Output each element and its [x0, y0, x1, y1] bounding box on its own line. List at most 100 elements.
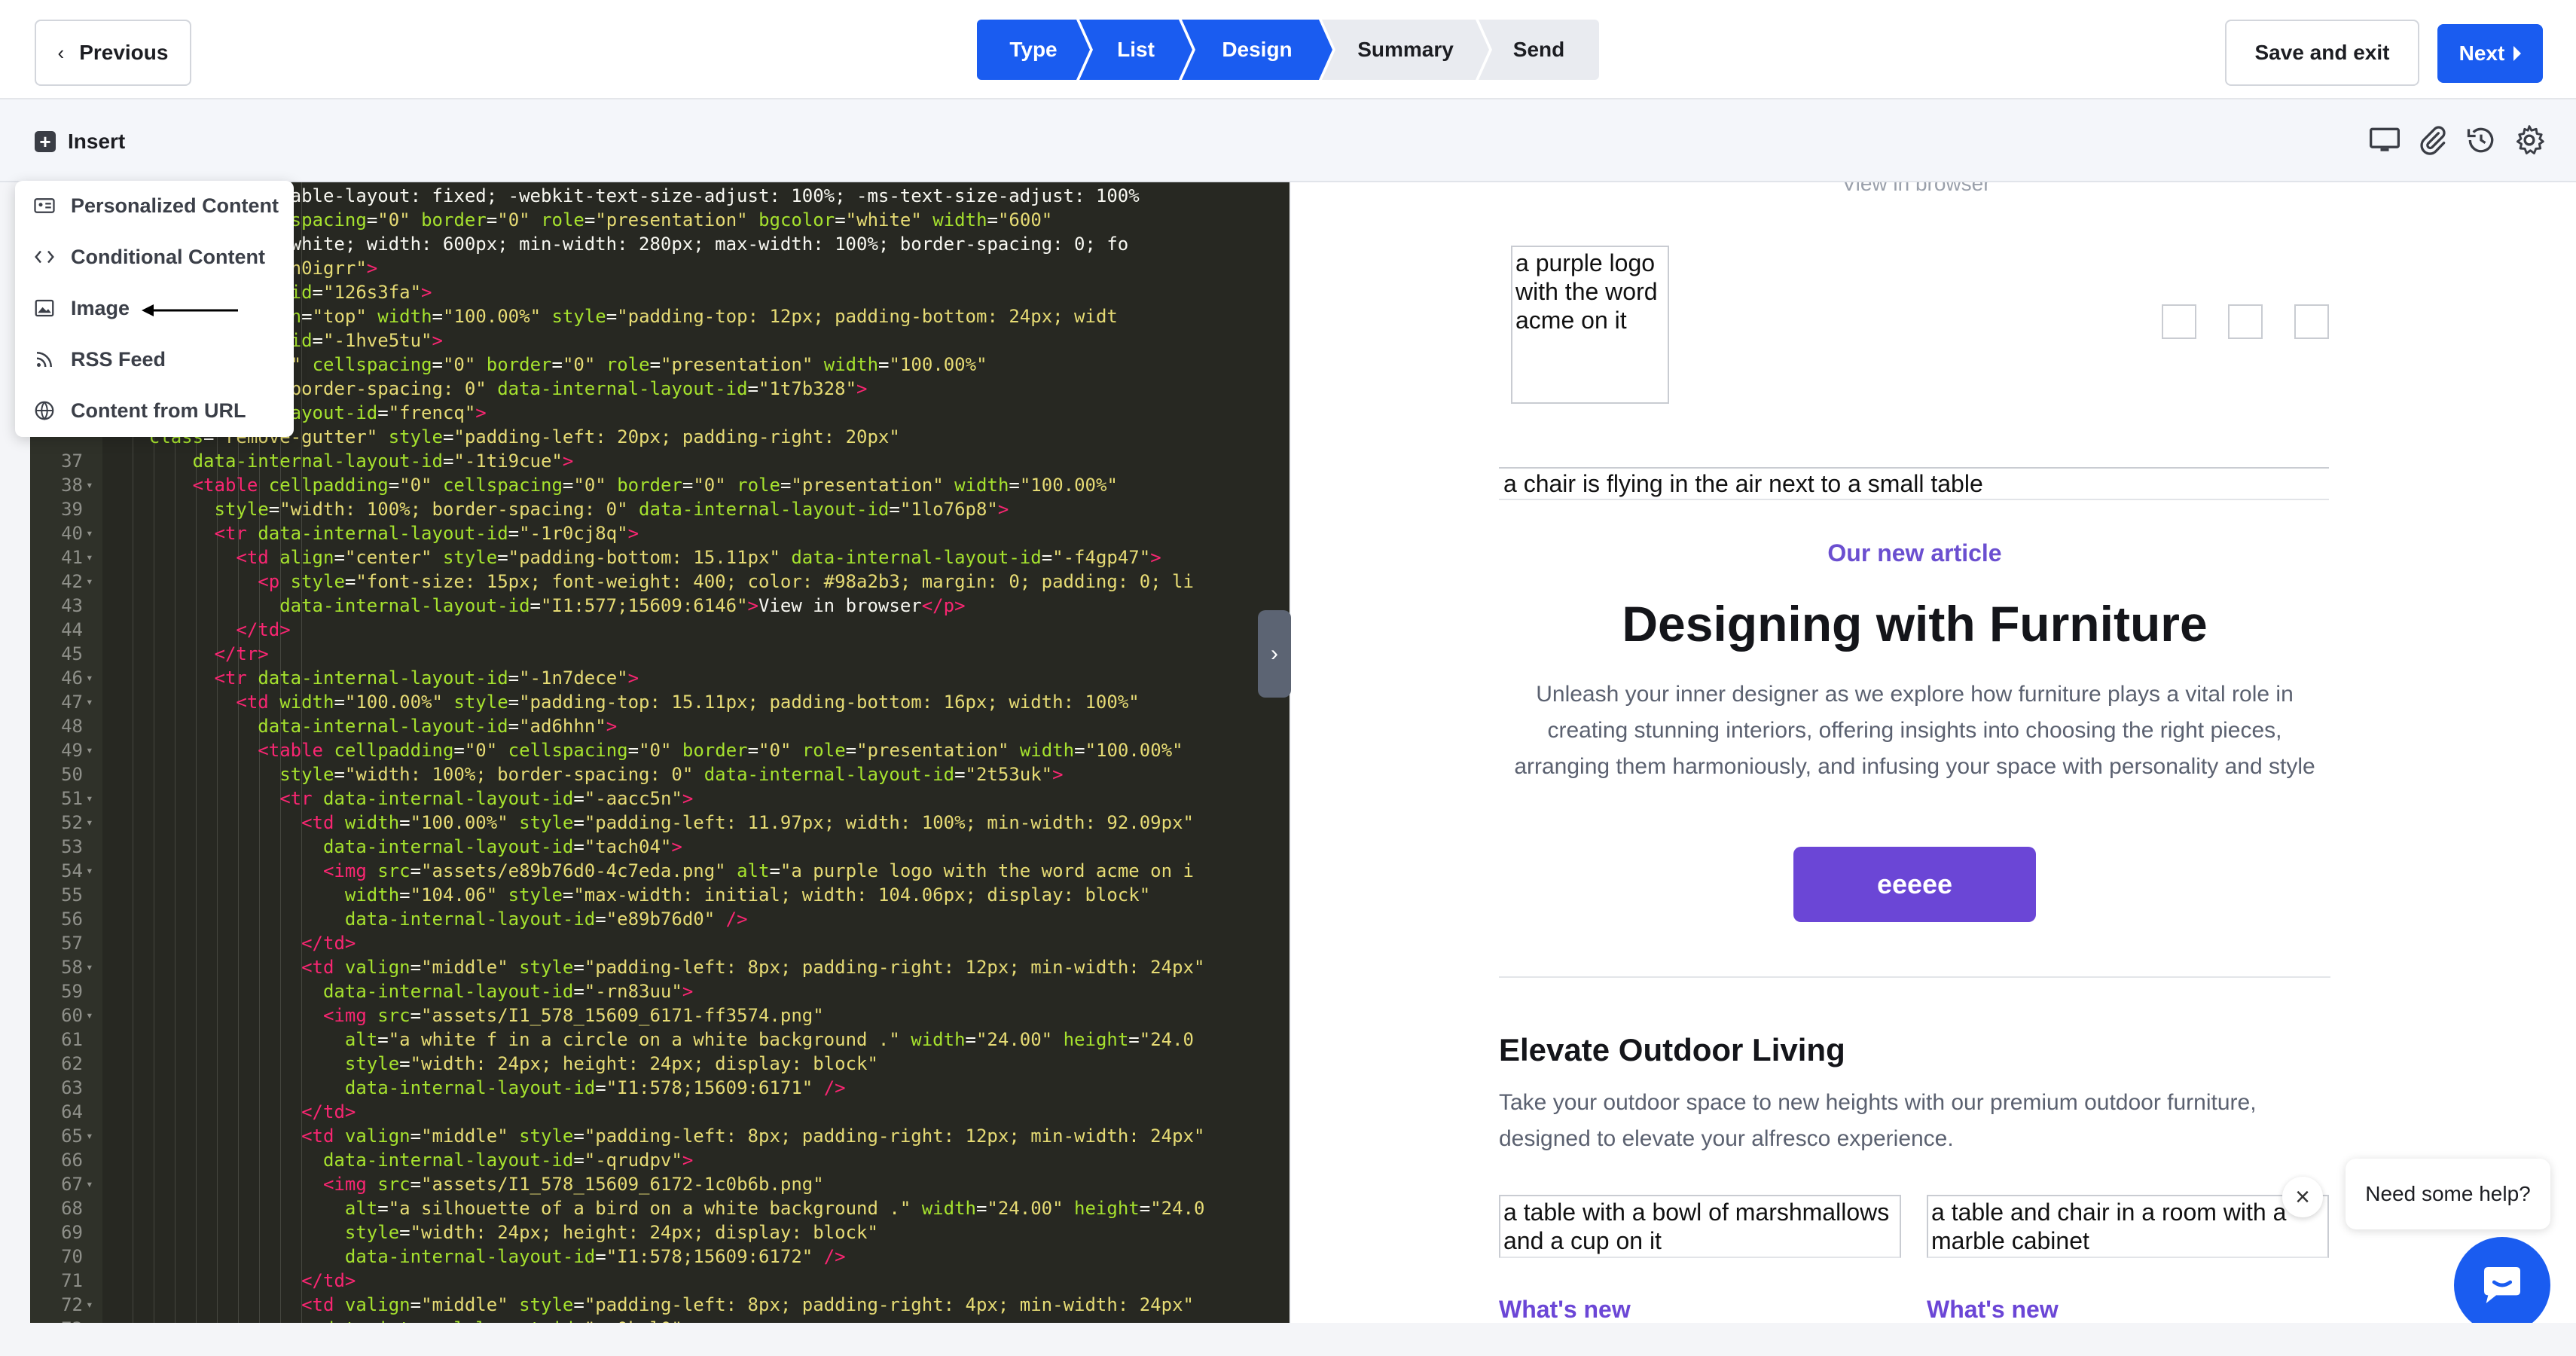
paperclip-icon[interactable] — [2416, 124, 2449, 157]
plus-icon: + — [35, 131, 56, 152]
code-text: <p style="font-size: 15px; font-weight: … — [258, 571, 1194, 592]
code-text: data-internal-layout-id="-q0knl0"> — [105, 1317, 693, 1323]
card-link-1[interactable]: What's new — [1499, 1296, 1631, 1324]
wizard-stepper: Type List Design Summary Send — [977, 20, 1599, 80]
menu-item-image[interactable]: Image — [33, 286, 130, 331]
save-and-exit-button[interactable]: Save and exit — [2225, 20, 2419, 86]
line-number: 38 — [61, 475, 83, 496]
line-number: 71 — [61, 1270, 83, 1291]
code-text: <td valign="middle" style="padding-left:… — [301, 957, 1205, 978]
hero-image-placeholder[interactable]: a chair is flying in the air next to a s… — [1499, 467, 2329, 500]
card-image-placeholder-2[interactable]: a table and chair in a room with a marbl… — [1927, 1195, 2329, 1258]
insert-button[interactable]: + Insert — [35, 130, 125, 154]
menu-item-content-from-url[interactable]: Content from URL — [33, 388, 246, 433]
logo-image-placeholder[interactable]: a purple logo with the word acme on it — [1511, 246, 1669, 404]
social-icon[interactable] — [2294, 304, 2329, 339]
line-number: 51 — [61, 788, 83, 809]
desktop-icon[interactable] — [2368, 124, 2401, 157]
code-text: <td width="100.00%" style="padding-top: … — [236, 692, 1140, 713]
fold-caret-icon[interactable]: ▾ — [86, 666, 93, 690]
fold-caret-icon[interactable]: ▾ — [86, 1124, 93, 1148]
step-design[interactable]: Design — [1182, 20, 1332, 80]
top-bar: ‹ Previous Type List Design Summary Send… — [0, 0, 2576, 99]
line-number: 66 — [61, 1150, 83, 1171]
line-number: 56 — [61, 909, 83, 930]
line-number: 47 — [61, 692, 83, 713]
arrow-left-annotation-icon — [142, 304, 238, 316]
code-brackets-icon — [35, 250, 54, 264]
line-number: 50 — [61, 764, 83, 785]
line-number: 68 — [61, 1198, 83, 1219]
previous-button[interactable]: ‹ Previous — [35, 20, 191, 86]
code-text: </td> — [301, 1101, 356, 1122]
line-number: 55 — [61, 884, 83, 906]
cta-button[interactable]: eeeee — [1793, 847, 2036, 922]
fold-caret-icon[interactable]: ▾ — [86, 1003, 93, 1028]
toolbar-icons — [2368, 124, 2546, 157]
card-image-placeholder-1[interactable]: a table with a bowl of marshmallows and … — [1499, 1195, 1901, 1258]
view-in-browser-link[interactable]: View in browser — [1291, 182, 2541, 196]
fold-caret-icon[interactable]: ▾ — [86, 570, 93, 594]
help-bubble[interactable]: Need some help? — [2346, 1159, 2550, 1229]
line-number: 41 — [61, 547, 83, 568]
history-icon[interactable] — [2465, 124, 2498, 157]
twitter-icon[interactable] — [2228, 304, 2263, 339]
step-type[interactable]: Type — [977, 20, 1090, 80]
code-text: <table cellpadding="0" cellspacing="0" b… — [258, 740, 1183, 761]
code-text: </td> — [301, 1270, 356, 1291]
fold-caret-icon[interactable]: ▾ — [86, 1293, 93, 1317]
line-number: 37 — [61, 450, 83, 472]
help-close-button[interactable]: × — [2282, 1177, 2323, 1217]
code-text: </tr> — [214, 643, 269, 664]
bottom-strip — [0, 1323, 2576, 1356]
code-text: data-internal-layout-id="e89b76d0" /> — [344, 909, 748, 930]
line-number: 64 — [61, 1101, 83, 1122]
line-number: 58 — [61, 957, 83, 978]
fold-caret-icon[interactable]: ▾ — [86, 690, 93, 714]
menu-item-rss-feed[interactable]: RSS Feed — [33, 337, 166, 382]
fold-caret-icon[interactable]: ▾ — [86, 786, 93, 811]
card-link-2[interactable]: What's new — [1927, 1296, 2059, 1324]
fold-caret-icon[interactable]: ▾ — [86, 473, 93, 497]
code-text: data-internal-layout-id="tach04"> — [322, 836, 682, 857]
fold-caret-icon[interactable]: ▾ — [86, 955, 93, 979]
next-button[interactable]: Next — [2437, 24, 2543, 83]
fold-caret-icon[interactable]: ▾ — [86, 859, 93, 883]
code-text: alt="a white f in a circle on a white ba… — [344, 1029, 1194, 1050]
rss-icon — [36, 352, 52, 368]
gear-icon[interactable] — [2513, 124, 2546, 157]
code-text: <td width="100.00%" style="padding-left:… — [301, 812, 1194, 833]
fold-caret-icon[interactable]: ▾ — [86, 545, 93, 570]
help-chat-button[interactable] — [2454, 1237, 2550, 1333]
collapse-editor-handle[interactable]: › — [1258, 610, 1291, 698]
line-number: 43 — [61, 595, 83, 616]
line-number: 40 — [61, 523, 83, 544]
line-number: 70 — [61, 1246, 83, 1267]
line-number: 59 — [61, 981, 83, 1002]
fold-caret-icon[interactable]: ▾ — [86, 811, 93, 835]
fold-caret-icon[interactable]: ▾ — [86, 1172, 93, 1196]
caret-right-icon — [2513, 46, 2522, 61]
line-number: 46 — [61, 667, 83, 689]
section-body: Take your outdoor space to new heights w… — [1499, 1090, 2257, 1151]
step-list[interactable]: List — [1079, 20, 1192, 80]
fold-caret-icon[interactable]: ▾ — [86, 738, 93, 762]
facebook-icon[interactable] — [2162, 304, 2196, 339]
code-text: data-internal-layout-id="-1ti9cue"> — [192, 450, 574, 472]
step-send[interactable]: Send — [1479, 20, 1599, 80]
next-label: Next — [2458, 41, 2505, 65]
line-number: 57 — [61, 933, 83, 954]
code-text: </td> — [301, 933, 356, 954]
menu-item-personalized-content[interactable]: Personalized Content — [33, 183, 279, 228]
code-text: width="104.06" style="max-width: initial… — [344, 884, 1151, 906]
step-summary[interactable]: Summary — [1322, 20, 1489, 80]
line-number: 62 — [61, 1053, 83, 1074]
fold-caret-icon[interactable]: ▾ — [86, 521, 93, 545]
code-text: <tr data-internal-layout-id="-aacc5n"> — [279, 788, 694, 809]
code-text: <table cellpadding="0" cellspacing="0" b… — [192, 475, 1118, 496]
code-text: <td valign="middle" style="padding-left:… — [301, 1294, 1194, 1315]
menu-item-conditional-content[interactable]: Conditional Content — [33, 234, 265, 279]
line-number: 52 — [61, 812, 83, 833]
person-card-icon — [34, 198, 55, 213]
code-text: <tr data-internal-layout-id="-1r0cj8q"> — [214, 523, 639, 544]
